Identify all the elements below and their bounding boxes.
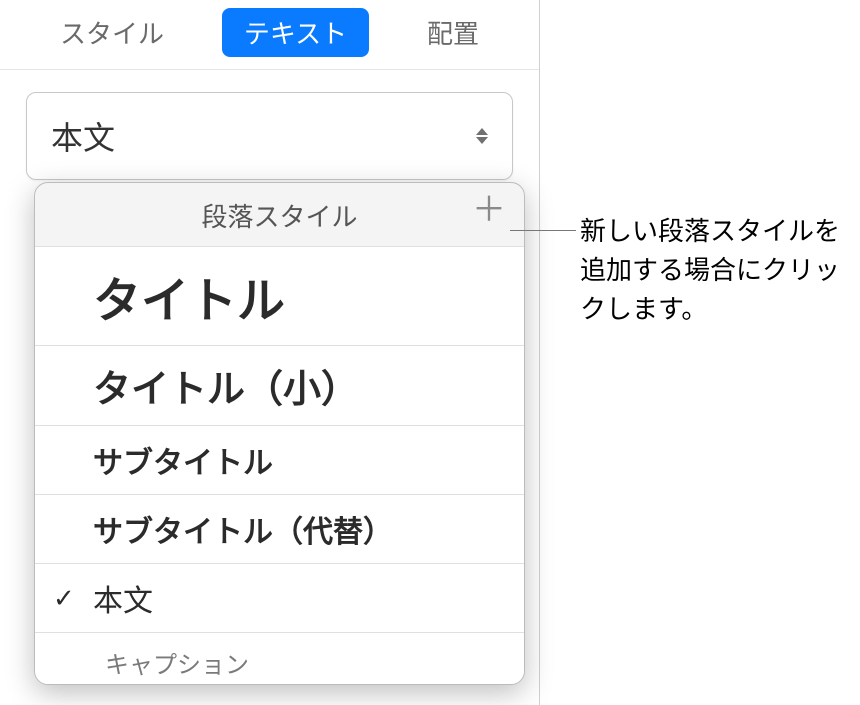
popover-header: 段落スタイル ＋ — [35, 183, 524, 246]
style-item-title[interactable]: タイトル — [35, 246, 524, 345]
style-item-label: 本文 — [93, 576, 153, 620]
tab-style[interactable]: スタイル — [38, 8, 186, 57]
format-tabs: スタイル テキスト 配置 — [0, 0, 539, 70]
style-item-subtitle[interactable]: サブタイトル — [35, 425, 524, 494]
paragraph-style-popover: 段落スタイル ＋ タイトル タイトル（小） サブタイトル サブタイトル（代替） … — [34, 182, 525, 685]
callout-text: 新しい段落スタイルを追加する場合にクリックします。 — [580, 212, 845, 329]
style-item-body[interactable]: ✓ 本文 — [35, 563, 524, 632]
tab-text[interactable]: テキスト — [222, 8, 369, 57]
callout-leader-line — [510, 230, 576, 231]
style-item-label: サブタイトル — [93, 438, 273, 482]
tab-arrange[interactable]: 配置 — [405, 8, 501, 57]
updown-chevron-icon — [476, 128, 488, 144]
checkmark-icon: ✓ — [53, 583, 75, 614]
style-item-label: タイトル — [93, 261, 285, 331]
paragraph-style-dropdown[interactable]: 本文 — [26, 92, 513, 180]
style-item-label: キャプション — [105, 645, 249, 680]
style-item-caption[interactable]: キャプション — [35, 632, 524, 684]
popover-title: 段落スタイル — [201, 202, 357, 232]
style-item-title-small[interactable]: タイトル（小） — [35, 345, 524, 425]
style-list: タイトル タイトル（小） サブタイトル サブタイトル（代替） ✓ 本文 キャプシ… — [35, 246, 524, 684]
style-item-subtitle-alt[interactable]: サブタイトル（代替） — [35, 494, 524, 563]
style-item-label: サブタイトル（代替） — [93, 507, 393, 551]
format-panel: スタイル テキスト 配置 本文 段落スタイル ＋ タイトル タイトル（小） サブ… — [0, 0, 540, 705]
add-style-button[interactable]: ＋ — [472, 193, 506, 227]
style-item-label: タイトル（小） — [93, 358, 359, 413]
plus-icon: ＋ — [472, 191, 506, 229]
paragraph-style-value: 本文 — [51, 113, 115, 159]
